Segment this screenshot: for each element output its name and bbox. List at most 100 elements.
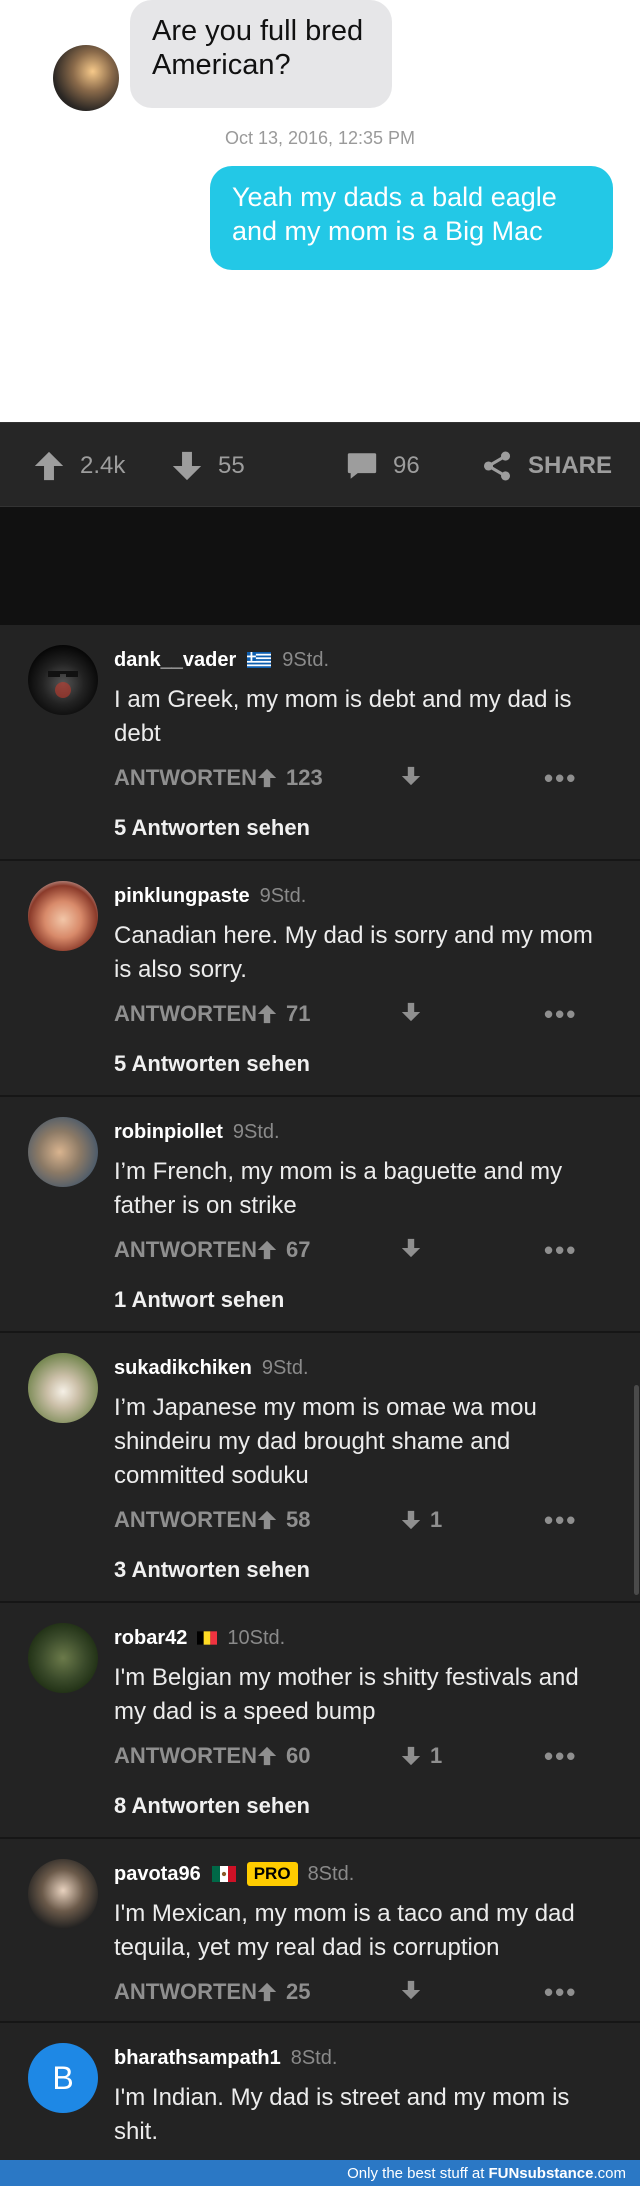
incoming-message-bubble: Are you full bred American? <box>130 0 392 108</box>
avatar[interactable] <box>28 1117 98 1187</box>
section-divider <box>0 507 640 625</box>
comment-header: bharathsampath1 8Std. <box>114 2043 337 2073</box>
watermark-suffix: .com <box>593 2164 626 2182</box>
comment-downvote-button[interactable]: 1 <box>400 1743 442 1769</box>
arrow-down-icon <box>401 766 421 786</box>
arrow-up-icon <box>257 1982 277 2002</box>
comment-upvote-button[interactable]: 71 <box>256 1001 310 1027</box>
post-upvote-count: 2.4k <box>80 451 126 479</box>
arrow-up-icon <box>257 768 277 788</box>
mexico-flag-icon <box>211 1866 236 1882</box>
view-replies-link[interactable]: 3 Antworten sehen <box>114 1557 310 1583</box>
post-downvote-button[interactable]: 55 <box>170 423 245 508</box>
view-replies-link[interactable]: 5 Antworten sehen <box>114 815 310 841</box>
more-options-icon[interactable]: ••• <box>544 1979 577 2005</box>
comment-actions: ANTWORTEN 58 1 ••• <box>114 1507 624 1539</box>
avatar[interactable] <box>28 645 98 715</box>
comment-time: 9Std. <box>232 1120 280 1143</box>
message-screenshot: Are you full bred American? Oct 13, 2016… <box>0 0 640 422</box>
watermark-bar: Only the best stuff at FUNsubstance .com <box>0 2160 640 2186</box>
contact-avatar <box>53 45 119 111</box>
outgoing-message-bubble: Yeah my dads a bald eagle and my mom is … <box>210 166 613 270</box>
avatar[interactable] <box>28 1859 98 1929</box>
comment-downvote-button[interactable] <box>400 765 430 787</box>
comment-actions: ANTWORTEN 25 ••• <box>114 1979 624 2011</box>
comment-header: pavota96 PRO 8Std. <box>114 1859 354 1889</box>
comment-downvote-button[interactable]: 1 <box>400 1507 442 1533</box>
comment-upvote-button[interactable]: 60 <box>256 1743 310 1769</box>
username[interactable]: robar42 <box>114 1627 187 1650</box>
more-options-icon[interactable]: ••• <box>544 1743 577 1769</box>
reply-button[interactable]: ANTWORTEN <box>114 1979 257 2005</box>
reply-button[interactable]: ANTWORTEN <box>114 1507 257 1533</box>
post-comments-button[interactable]: 96 <box>345 423 420 508</box>
avatar[interactable] <box>28 881 98 951</box>
upvote-count: 58 <box>286 1507 311 1532</box>
comment: pavota96 PRO 8Std. I'm Mexican, my mom i… <box>0 1839 640 2023</box>
comment-upvote-button[interactable]: 123 <box>256 765 323 791</box>
more-options-icon[interactable]: ••• <box>544 765 577 791</box>
reply-button[interactable]: ANTWORTEN <box>114 1237 257 1263</box>
arrow-down-icon <box>172 451 202 480</box>
post-action-bar: 2.4k 55 96 SHARE <box>0 422 640 507</box>
comment-actions: ANTWORTEN 60 1 ••• <box>114 1743 624 1775</box>
comment-time: 10Std. <box>227 1626 286 1649</box>
username[interactable]: sukadikchiken <box>114 1357 252 1380</box>
share-icon <box>483 451 511 480</box>
comment-upvote-button[interactable]: 58 <box>256 1507 310 1533</box>
username[interactable]: robinpiollet <box>114 1121 223 1144</box>
more-options-icon[interactable]: ••• <box>544 1237 577 1263</box>
avatar-letter: B <box>52 2059 74 2096</box>
comment-text: I'm Mexican, my mom is a taco and my dad… <box>114 1900 575 1961</box>
upvote-count: 71 <box>286 1001 311 1026</box>
comment-header: dank__vader 9Std. <box>114 645 329 675</box>
downvote-count: 1 <box>430 1507 443 1532</box>
comment-actions: ANTWORTEN 123 ••• <box>114 765 624 797</box>
username[interactable]: bharathsampath1 <box>114 2047 281 2070</box>
arrow-down-icon <box>401 1980 421 2000</box>
comment-downvote-button[interactable] <box>400 1237 430 1259</box>
reply-button[interactable]: ANTWORTEN <box>114 1001 257 1027</box>
comment-downvote-button[interactable] <box>400 1001 430 1023</box>
comment-downvote-button[interactable] <box>400 1979 430 2001</box>
comment-actions: ANTWORTEN 67 ••• <box>114 1237 624 1269</box>
avatar[interactable] <box>28 1353 98 1423</box>
upvote-count: 60 <box>286 1743 311 1768</box>
comment-header: sukadikchiken 9Std. <box>114 1353 309 1383</box>
arrow-up-icon <box>257 1510 277 1530</box>
message-timestamp: Oct 13, 2016, 12:35 PM <box>224 128 416 148</box>
pixel-sunglasses-icon <box>48 671 78 698</box>
upvote-count: 67 <box>286 1237 311 1262</box>
pro-badge: PRO <box>246 1862 298 1886</box>
view-replies-link[interactable]: 5 Antworten sehen <box>114 1051 310 1077</box>
post-share-button[interactable]: SHARE <box>480 423 612 508</box>
comment-upvote-button[interactable]: 67 <box>256 1237 310 1263</box>
arrow-up-icon <box>257 1004 277 1024</box>
more-options-icon[interactable]: ••• <box>544 1001 577 1027</box>
arrow-up-icon <box>257 1240 277 1260</box>
comment-upvote-button[interactable]: 25 <box>256 1979 310 2005</box>
post-upvote-button[interactable]: 2.4k <box>32 423 125 508</box>
comment-text: Canadian here. My dad is sorry and my mo… <box>114 922 593 983</box>
scrollbar-thumb[interactable] <box>634 1385 639 1595</box>
avatar[interactable] <box>28 1623 98 1693</box>
reply-button[interactable]: ANTWORTEN <box>114 1743 257 1769</box>
comment-text: I'm Indian. My dad is street and my mom … <box>114 2084 570 2145</box>
username[interactable]: pinklungpaste <box>114 885 250 908</box>
reply-button[interactable]: ANTWORTEN <box>114 765 257 791</box>
watermark-brand: FUNsubstance <box>488 2164 594 2182</box>
upvote-count: 123 <box>286 765 323 790</box>
comment-time: 9Std. <box>259 884 307 907</box>
username[interactable]: pavota96 <box>114 1863 201 1886</box>
share-label: SHARE <box>528 451 613 479</box>
downvote-count: 1 <box>430 1743 443 1768</box>
view-replies-link[interactable]: 1 Antwort sehen <box>114 1287 284 1313</box>
belgium-flag-icon <box>197 1631 218 1645</box>
username[interactable]: dank__vader <box>114 649 236 672</box>
avatar[interactable]: B <box>28 2043 98 2113</box>
more-options-icon[interactable]: ••• <box>544 1507 577 1533</box>
comment: pinklungpaste 9Std. Canadian here. My da… <box>0 861 640 1097</box>
comment-header: pinklungpaste 9Std. <box>114 881 306 911</box>
view-replies-link[interactable]: 8 Antworten sehen <box>114 1793 310 1819</box>
comment-text: I’m French, my mom is a baguette and my … <box>114 1158 563 1219</box>
